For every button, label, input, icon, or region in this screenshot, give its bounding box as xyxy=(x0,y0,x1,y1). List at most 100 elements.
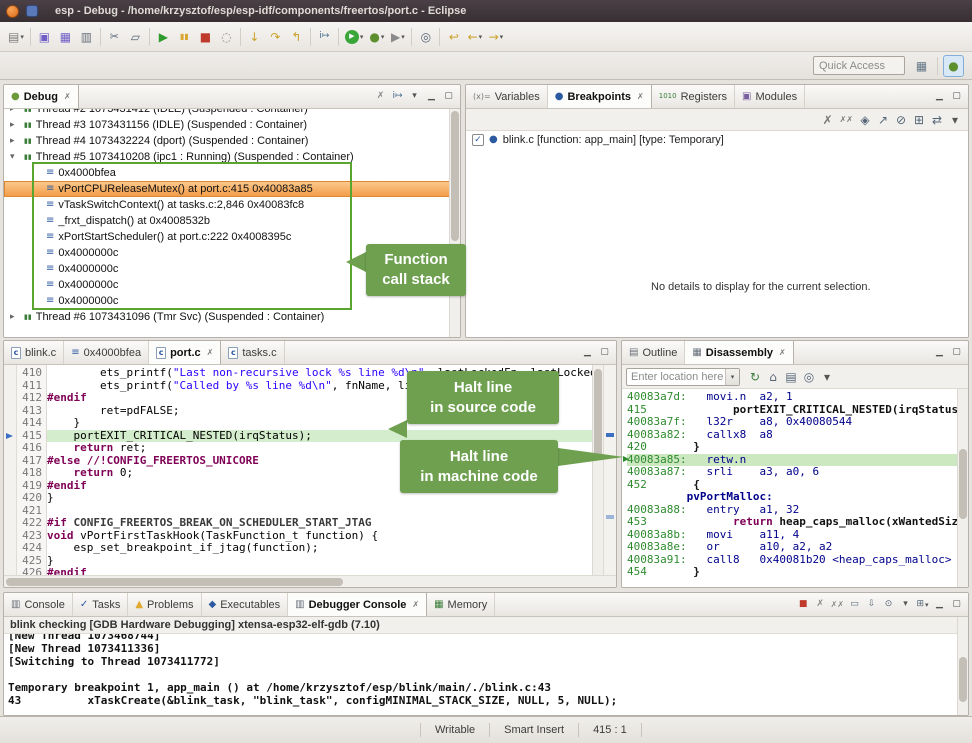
ruler-slot[interactable] xyxy=(4,455,16,468)
ruler-slot[interactable] xyxy=(4,517,16,530)
maximize-button[interactable]: ▢ xyxy=(948,344,965,362)
tab-close-icon[interactable]: ✗ xyxy=(779,348,786,357)
ruler-slot[interactable] xyxy=(4,530,16,543)
console-output[interactable]: [New Thread 1073468744][New Thread 10734… xyxy=(4,634,957,715)
maximize-button[interactable]: ▢ xyxy=(948,596,965,614)
tab-modules[interactable]: ▣Modules xyxy=(735,85,805,108)
dropdown-arrow-icon[interactable]: ▾ xyxy=(500,33,504,41)
tab-problems[interactable]: ▲Problems xyxy=(128,593,201,616)
save-button[interactable]: ▣ xyxy=(34,26,55,48)
ruler-slot[interactable] xyxy=(4,492,16,505)
external-tools-button[interactable]: ▶▾ xyxy=(387,26,408,48)
editor-hscrollbar[interactable] xyxy=(4,575,616,587)
ruler-slot[interactable] xyxy=(4,480,16,493)
sync-with-active-context-button[interactable]: ◎ xyxy=(800,368,818,386)
tab-debugger-console[interactable]: ▥Debugger Console✗ xyxy=(288,593,427,616)
view-menu-button[interactable]: ▾ xyxy=(946,111,964,129)
tab-close-icon[interactable]: ✗ xyxy=(412,600,419,609)
scrollbar-thumb[interactable] xyxy=(959,449,967,519)
view-menu-button[interactable]: ▾ xyxy=(818,368,836,386)
refresh-view-button[interactable]: ↻ xyxy=(746,368,764,386)
terminate-button[interactable]: ■ xyxy=(195,26,216,48)
suspend-button[interactable]: ▮▮ xyxy=(174,26,195,48)
print-button[interactable]: ▥ xyxy=(76,26,97,48)
tab-variables[interactable]: (x)=Variables xyxy=(466,85,548,108)
debug-thread-row[interactable]: ▸▮▮Thread #4 1073432224 (dport) (Suspend… xyxy=(4,133,460,149)
debug-stack-frame-row[interactable]: ≡vTaskSwitchContext() at tasks.c:2,846 0… xyxy=(4,197,460,213)
tab-outline[interactable]: ▤Outline xyxy=(622,341,685,364)
terminate-console-button[interactable]: ■ xyxy=(795,596,812,614)
tree-expander-icon[interactable]: ▸ xyxy=(10,312,20,322)
maximize-button[interactable]: ▢ xyxy=(948,88,965,106)
ruler-slot[interactable] xyxy=(4,542,16,555)
minimize-button[interactable]: ▁ xyxy=(423,88,440,106)
annotation-ruler[interactable] xyxy=(4,365,17,575)
scrollbar-thumb[interactable] xyxy=(451,111,459,241)
console-scrollbar[interactable] xyxy=(957,617,968,715)
debug-thread-row[interactable]: ▸▮▮Thread #6 1073431096 (Tmr Svc) (Suspe… xyxy=(4,309,460,325)
pin-console-button[interactable]: ⊙ xyxy=(880,596,897,614)
code-line[interactable]: esp_set_breakpoint_if_jtag(function); xyxy=(47,542,592,555)
resume-button[interactable]: ▶ xyxy=(153,26,174,48)
location-input[interactable]: Enter location here ▾ xyxy=(626,368,740,386)
step-into-button[interactable]: ↓ xyxy=(244,26,265,48)
scrollbar-thumb[interactable] xyxy=(6,578,343,586)
scrollbar-thumb[interactable] xyxy=(594,369,602,459)
minimize-button[interactable]: ▁ xyxy=(931,88,948,106)
tab-disassembly[interactable]: ▦Disassembly✗ xyxy=(685,341,793,364)
open-console-button[interactable]: ⊞▾ xyxy=(914,596,931,614)
overview-mark[interactable] xyxy=(606,515,614,519)
tab-executables[interactable]: ◆Executables xyxy=(202,593,289,616)
last-edit-location-button[interactable]: ↩ xyxy=(443,26,464,48)
dropdown-arrow-icon[interactable]: ▾ xyxy=(401,33,405,41)
code-line[interactable]: } xyxy=(47,492,592,505)
open-perspective-button[interactable]: ▦ xyxy=(911,55,932,77)
disassembly-lines[interactable]: 40083a7d: movi.n a2, 1415 portEXIT_CRITI… xyxy=(622,389,957,587)
tab-memory[interactable]: ▦Memory xyxy=(427,593,495,616)
remove-launch-button[interactable]: ✗ xyxy=(812,596,829,614)
minimize-button[interactable]: ▁ xyxy=(931,344,948,362)
maximize-button[interactable]: ▢ xyxy=(440,88,457,106)
tree-expander-icon[interactable]: ▸ xyxy=(10,120,20,130)
tree-expander-icon[interactable]: ▸ xyxy=(10,109,20,114)
quick-access-input[interactable]: Quick Access xyxy=(813,56,905,75)
new-cpp-file-button[interactable]: ▱ xyxy=(125,26,146,48)
dropdown-arrow-icon[interactable]: ▾ xyxy=(479,33,483,41)
back-button[interactable]: ←▾ xyxy=(464,26,485,48)
instruction-stepping-button[interactable]: i↦ xyxy=(314,26,335,48)
overview-current-line-mark[interactable] xyxy=(606,433,614,437)
tab-tasks[interactable]: ✓Tasks xyxy=(73,593,129,616)
remove-breakpoint-button[interactable]: ✗ xyxy=(819,111,837,129)
ruler-slot[interactable] xyxy=(4,430,16,443)
forward-button[interactable]: →▾ xyxy=(485,26,506,48)
disassembly-scrollbar[interactable] xyxy=(957,389,968,587)
step-over-button[interactable]: ↷ xyxy=(265,26,286,48)
ruler-slot[interactable] xyxy=(4,442,16,455)
breakpoint-item[interactable]: ✓ ● blink.c [function: app_main] [type: … xyxy=(466,131,968,149)
tab-registers[interactable]: 1010Registers xyxy=(652,85,735,108)
overview-ruler[interactable] xyxy=(603,365,616,575)
window-close-button[interactable] xyxy=(6,5,19,18)
tab-tasks-c[interactable]: ctasks.c xyxy=(221,341,284,364)
go-to-file-button[interactable]: ↗ xyxy=(874,111,892,129)
debug-stack-frame-row[interactable]: ≡_frxt_dispatch() at 0x4008532b xyxy=(4,213,460,229)
run-button[interactable]: ▶▾ xyxy=(342,26,367,48)
save-all-button[interactable]: ▦ xyxy=(55,26,76,48)
combo-dropdown-icon[interactable]: ▾ xyxy=(725,369,739,385)
ruler-slot[interactable] xyxy=(4,405,16,418)
tab-0x4000bfea[interactable]: ≡0x4000bfea xyxy=(64,341,149,364)
minimize-button[interactable]: ▁ xyxy=(579,344,596,362)
remove-all-launches-button[interactable]: ✗✗ xyxy=(829,596,846,614)
debug-thread-row[interactable]: ▸▮▮Thread #2 1073431412 (IDLE) (Suspende… xyxy=(4,109,460,117)
scrollbar-thumb[interactable] xyxy=(959,657,967,702)
remove-all-terminated-button[interactable]: ✗ xyxy=(372,88,389,106)
tab-close-icon[interactable]: ✗ xyxy=(64,92,71,101)
tree-expander-icon[interactable]: ▸ xyxy=(10,136,20,146)
tab-console[interactable]: ▥Console xyxy=(4,593,73,616)
show-breakpoints-for-selection-button[interactable]: ◈ xyxy=(856,111,874,129)
skip-all-breakpoints-button[interactable]: ⊘ xyxy=(892,111,910,129)
tab-blink-c[interactable]: cblink.c xyxy=(4,341,64,364)
debug-scrollbar[interactable] xyxy=(449,109,460,337)
debug-stack-frame-row[interactable]: ≡vPortCPUReleaseMutex() at port.c:415 0x… xyxy=(4,181,460,197)
tab-close-icon[interactable]: ✗ xyxy=(207,348,214,357)
